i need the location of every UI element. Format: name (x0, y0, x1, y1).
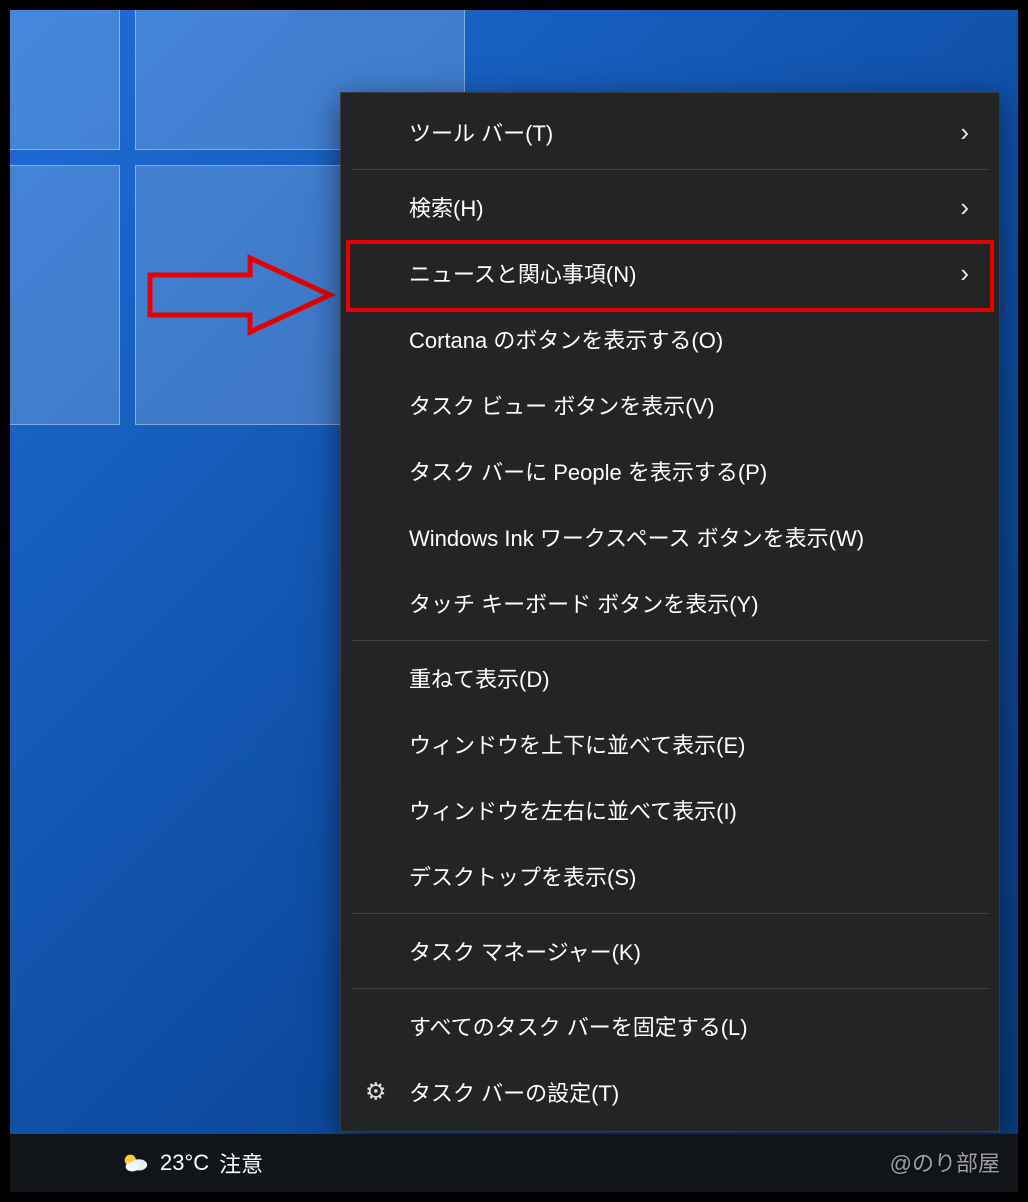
menu-item-cortana-button[interactable]: Cortana のボタンを表示する(O) (341, 306, 999, 372)
chevron-right-icon: › (960, 192, 969, 223)
menu-divider (351, 169, 989, 170)
chevron-right-icon: › (960, 117, 969, 148)
watermark-text: @のり部屋 (890, 1146, 1000, 1178)
screenshot-frame: ツール バー(T) › 検索(H) › ニュースと関心事項(N) › Corta… (8, 8, 1020, 1194)
menu-item-label: Cortana のボタンを表示する(O) (409, 323, 969, 355)
weather-status-text: 注意 (219, 1147, 263, 1179)
menu-divider (351, 640, 989, 641)
menu-item-taskbar-settings[interactable]: ⚙ タスク バーの設定(T) (341, 1059, 999, 1125)
menu-item-cascade[interactable]: 重ねて表示(D) (341, 645, 999, 711)
menu-divider (351, 913, 989, 914)
menu-item-label: すべてのタスク バーを固定する(L) (409, 1010, 969, 1042)
menu-item-label: ウィンドウを上下に並べて表示(E) (409, 728, 969, 760)
menu-item-label: 重ねて表示(D) (409, 662, 969, 694)
menu-item-label: タッチ キーボード ボタンを表示(Y) (409, 587, 969, 619)
menu-item-stacked[interactable]: ウィンドウを上下に並べて表示(E) (341, 711, 999, 777)
menu-divider (351, 988, 989, 989)
menu-item-windows-ink[interactable]: Windows Ink ワークスペース ボタンを表示(W) (341, 504, 999, 570)
taskbar-weather-widget[interactable]: 23°C 注意 (120, 1147, 263, 1179)
menu-item-label: 検索(H) (409, 191, 960, 223)
menu-item-show-desktop[interactable]: デスクトップを表示(S) (341, 843, 999, 909)
menu-item-search[interactable]: 検索(H) › (341, 174, 999, 240)
annotation-arrow (140, 250, 340, 340)
menu-item-task-view-button[interactable]: タスク ビュー ボタンを表示(V) (341, 372, 999, 438)
menu-item-label: デスクトップを表示(S) (409, 860, 969, 892)
menu-item-toolbars[interactable]: ツール バー(T) › (341, 99, 999, 165)
menu-item-label: ウィンドウを左右に並べて表示(I) (409, 794, 969, 826)
menu-item-news-interests[interactable]: ニュースと関心事項(N) › (341, 240, 999, 306)
menu-item-label: タスク バーに People を表示する(P) (409, 455, 969, 487)
weather-icon (120, 1148, 150, 1178)
menu-item-task-manager[interactable]: タスク マネージャー(K) (341, 918, 999, 984)
taskbar-context-menu: ツール バー(T) › 検索(H) › ニュースと関心事項(N) › Corta… (340, 92, 1000, 1132)
menu-item-label: タスク マネージャー(K) (409, 935, 969, 967)
menu-item-label: ツール バー(T) (409, 116, 960, 148)
menu-item-label: Windows Ink ワークスペース ボタンを表示(W) (409, 521, 969, 553)
taskbar[interactable]: 23°C 注意 (10, 1134, 1018, 1192)
chevron-right-icon: › (960, 258, 969, 289)
menu-item-people[interactable]: タスク バーに People を表示する(P) (341, 438, 999, 504)
menu-item-touch-keyboard[interactable]: タッチ キーボード ボタンを表示(Y) (341, 570, 999, 636)
weather-temperature: 23°C (160, 1150, 209, 1176)
menu-item-side-by-side[interactable]: ウィンドウを左右に並べて表示(I) (341, 777, 999, 843)
gear-icon: ⚙ (365, 1078, 387, 1107)
menu-item-label: タスク バーの設定(T) (409, 1076, 969, 1108)
menu-item-label: タスク ビュー ボタンを表示(V) (409, 389, 969, 421)
menu-item-lock-taskbars[interactable]: すべてのタスク バーを固定する(L) (341, 993, 999, 1059)
menu-item-label: ニュースと関心事項(N) (409, 257, 960, 289)
